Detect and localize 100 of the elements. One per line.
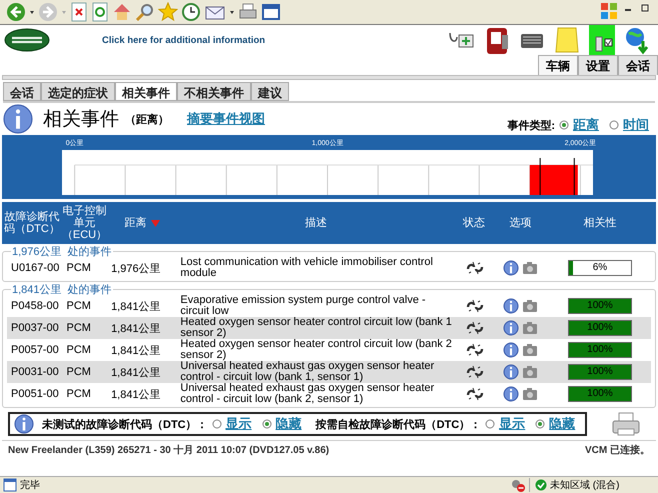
broken-link-icon[interactable] — [466, 320, 484, 336]
table-cell-text: P0458-00 — [10, 300, 60, 312]
filter-label: 按需自检故障诊断代码（DTC）： — [316, 418, 482, 432]
page-icon — [3, 478, 17, 492]
table-cell-text: PCM — [66, 388, 92, 400]
table-cell-text: 1,841公里 — [111, 344, 162, 358]
radio-button[interactable] — [485, 419, 496, 429]
tab[interactable]: 设置 — [578, 55, 618, 75]
table-cell-text: P0051-00 — [10, 388, 60, 400]
tab[interactable]: 车辆 — [538, 55, 578, 75]
table-cell-text: P0037-00 — [10, 322, 60, 334]
refresh-icon[interactable] — [91, 2, 109, 22]
radio-button[interactable] — [535, 419, 546, 429]
tab[interactable]: 不相关事件 — [177, 82, 251, 101]
table-cell-text: PCM — [66, 322, 92, 334]
printer-icon[interactable] — [611, 411, 642, 437]
star-icon[interactable] — [158, 2, 178, 22]
sensor-check-icon[interactable] — [589, 25, 615, 55]
radio-button[interactable] — [212, 419, 222, 429]
group-heading: 1,976公里 处的事件 — [11, 244, 113, 259]
table-cell-text: 1,841公里 — [111, 322, 162, 336]
tab[interactable]: 会话 — [3, 82, 41, 101]
table-cell-text: 1,841公里 — [111, 388, 162, 402]
vehicle-info: New Freelander (L359) 265271 - 30 十月 2011 10:07 (DVD127.05 v.86) — [8, 444, 330, 457]
globe-download-icon[interactable] — [624, 25, 650, 55]
column-header[interactable]: 相关性 — [584, 217, 616, 229]
window-icon[interactable] — [261, 2, 281, 22]
home-icon[interactable] — [112, 2, 132, 22]
module-icon[interactable] — [484, 25, 510, 55]
radio-button[interactable] — [559, 120, 569, 130]
table-cell-text: PCM — [66, 344, 92, 356]
relevance-value: 100% — [586, 322, 614, 333]
history-icon[interactable] — [181, 2, 201, 22]
radio-label[interactable]: 时间 — [623, 116, 649, 134]
radio-label[interactable]: 显示 — [499, 415, 526, 433]
radio-label[interactable]: 显示 — [226, 415, 252, 433]
search-icon[interactable] — [135, 2, 155, 22]
broken-link-icon[interactable] — [466, 342, 484, 358]
camera-icon[interactable] — [522, 261, 538, 275]
relevance-value: 100% — [586, 388, 614, 399]
radio-button[interactable] — [609, 120, 619, 130]
camera-icon[interactable] — [522, 299, 538, 313]
relevance-value: 6% — [592, 262, 608, 273]
info-icon[interactable] — [14, 414, 34, 434]
table-cell-text: PCM — [66, 262, 92, 274]
tab[interactable]: 相关事件 — [115, 82, 177, 101]
column-header[interactable]: 描述 — [305, 217, 327, 229]
table-cell-text: P0057-00 — [10, 344, 60, 356]
info-icon[interactable] — [503, 364, 520, 380]
info-icon[interactable] — [503, 260, 520, 276]
broken-link-icon[interactable] — [466, 364, 484, 380]
info-icon[interactable] — [503, 386, 520, 402]
relevance-value: 100% — [586, 300, 614, 311]
broken-link-icon[interactable] — [466, 298, 484, 314]
page-title: 相关事件 — [43, 108, 119, 132]
group-heading: 1,841公里 处的事件 — [11, 282, 113, 297]
tab[interactable]: 选定的症状 — [41, 82, 115, 101]
table-cell-text: Evaporative emission system purge control valve - circuit low — [180, 295, 427, 317]
column-header[interactable]: 距离 — [124, 217, 160, 229]
page-subtitle: （距离） — [125, 112, 169, 126]
camera-icon[interactable] — [522, 387, 538, 401]
radio-label[interactable]: 隐藏 — [276, 415, 302, 433]
stop-icon[interactable] — [70, 2, 88, 22]
table-cell-text: PCM — [66, 300, 92, 312]
column-header[interactable]: 选项 — [510, 217, 532, 229]
table-cell-text: P0031-00 — [10, 366, 60, 378]
table-cell-text: Heated oxygen sensor heater control circuit low (bank 2 sensor 2) — [180, 339, 453, 361]
windows-logo-icon — [600, 2, 618, 20]
info-icon[interactable] — [3, 104, 33, 134]
radio-label[interactable]: 距离 — [573, 116, 599, 134]
blocked-icon — [510, 478, 526, 492]
radio-label[interactable]: 隐藏 — [549, 415, 576, 433]
tab[interactable]: 建议 — [251, 82, 289, 101]
summary-link[interactable]: 摘要事件视图 — [187, 110, 265, 128]
info-icon[interactable] — [503, 298, 520, 314]
table-cell-text: 1,841公里 — [111, 300, 162, 314]
restore-icon[interactable] — [640, 2, 650, 12]
info-link[interactable]: Click here for additional information — [102, 34, 266, 46]
radio-button[interactable] — [262, 419, 272, 429]
security-zone: 未知区域 (混合) — [550, 478, 620, 492]
relevance-value: 100% — [586, 366, 614, 377]
table-cell-text: Universal heated exhaust gas oxygen sensor heater control - circuit low (bank 1, sensor 1) — [180, 361, 436, 383]
table-cell-text: Lost communication with vehicle immobiliser control module — [180, 257, 434, 279]
relevance-value: 100% — [586, 344, 614, 355]
check-icon — [535, 479, 547, 491]
table-cell-text: Universal heated exhaust gas oxygen sensor heater control - circuit low (bank 2, sensor 1) — [180, 383, 436, 405]
back-icon[interactable] — [6, 2, 26, 22]
table-cell-text: 1,841公里 — [111, 366, 162, 380]
info-icon[interactable] — [503, 320, 520, 336]
column-header[interactable]: 故障诊断代码（DTC） — [2, 211, 62, 235]
broken-link-icon[interactable] — [466, 386, 484, 402]
info-icon[interactable] — [503, 342, 520, 358]
tab[interactable]: 会话 — [618, 55, 658, 75]
broken-link-icon[interactable] — [466, 260, 484, 276]
table-cell-text: U0167-00 — [10, 262, 60, 274]
column-header[interactable]: 状态 — [463, 217, 485, 229]
status-text: 完毕 — [20, 478, 40, 492]
filter-label: 未测试的故障诊断代码（DTC）： — [42, 418, 208, 432]
camera-icon[interactable] — [522, 343, 538, 357]
table-cell-text: Heated oxygen sensor heater control circuit low (bank 1 sensor 2) — [180, 317, 453, 339]
